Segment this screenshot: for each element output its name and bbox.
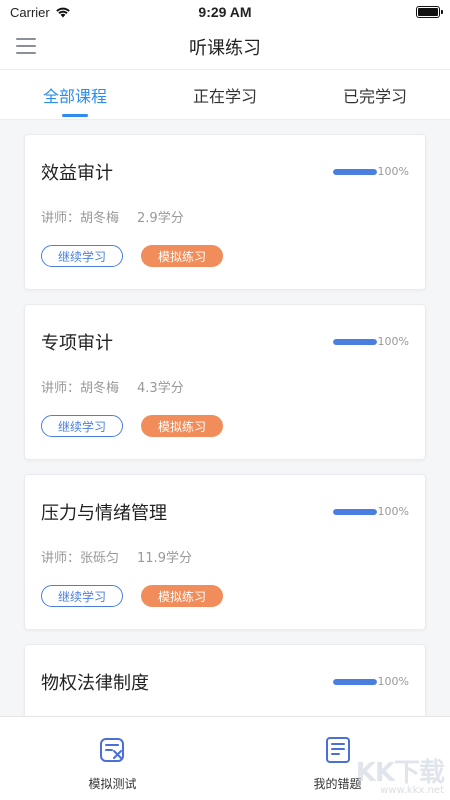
- course-actions: 继续学习 模拟练习: [41, 415, 223, 437]
- tab-active-indicator: [62, 114, 88, 117]
- course-card[interactable]: 压力与情绪管理 100% 讲师：张砾匀 11.9学分 继续学习 模拟练习: [24, 474, 426, 630]
- progress-text: 100%: [377, 505, 409, 518]
- nav-bar: 听课练习: [0, 24, 450, 70]
- course-credits: 2.9学分: [137, 211, 184, 226]
- battery-icon: [416, 6, 443, 18]
- wifi-icon: [55, 7, 70, 18]
- progress-text: 100%: [377, 165, 409, 178]
- mock-practice-button[interactable]: 模拟练习: [141, 415, 223, 437]
- bottom-tab-bar: 模拟测试 我的错题: [0, 716, 450, 800]
- course-title: 物权法律制度: [41, 673, 149, 694]
- page-title: 听课练习: [189, 37, 261, 59]
- tab-label: 全部课程: [42, 86, 107, 106]
- continue-learning-button[interactable]: 继续学习: [41, 585, 123, 607]
- course-teacher: 讲师：张砾匀: [41, 551, 120, 566]
- course-actions: 继续学习 模拟练习: [41, 245, 223, 267]
- course-title: 效益审计: [41, 163, 113, 184]
- course-tabs: 全部课程 正在学习 已完学习: [0, 70, 450, 120]
- course-card[interactable]: 专项审计 100% 讲师：胡冬梅 4.3学分 继续学习 模拟练习: [24, 304, 426, 460]
- progress-fill: [332, 338, 377, 345]
- course-list[interactable]: 效益审计 100% 讲师：胡冬梅 2.9学分 继续学习 模拟练习 专项审计 10…: [0, 120, 450, 716]
- tab-all-courses[interactable]: 全部课程: [0, 70, 150, 119]
- course-meta: 讲师：胡冬梅 2.9学分: [41, 207, 184, 226]
- status-bar: Carrier 9:29 AM: [0, 0, 450, 24]
- wrong-questions-icon: [325, 737, 350, 763]
- progress-text: 100%: [377, 675, 409, 688]
- bottom-tab-label: 模拟测试: [88, 777, 137, 791]
- mock-practice-button[interactable]: 模拟练习: [141, 585, 223, 607]
- course-credits: 4.3学分: [137, 381, 184, 396]
- continue-learning-button[interactable]: 继续学习: [41, 415, 123, 437]
- menu-icon[interactable]: [16, 38, 36, 54]
- tab-in-progress[interactable]: 正在学习: [150, 70, 300, 119]
- course-progress: 100%: [332, 505, 409, 518]
- mock-test-tab[interactable]: 模拟测试: [0, 717, 225, 800]
- course-teacher: 讲师：胡冬梅: [41, 211, 120, 226]
- progress-text: 100%: [377, 335, 409, 348]
- course-meta: 讲师：张砾匀 11.9学分: [41, 547, 192, 566]
- bottom-tab-label: 我的错题: [313, 777, 362, 791]
- tab-label: 正在学习: [192, 86, 257, 106]
- progress-fill: [332, 678, 377, 685]
- carrier-label: Carrier: [10, 4, 50, 20]
- carrier-info: Carrier: [10, 5, 71, 20]
- progress-fill: [332, 168, 377, 175]
- course-teacher: 讲师：胡冬梅: [41, 381, 120, 396]
- course-card[interactable]: 物权法律制度 100%: [24, 644, 426, 716]
- progress-fill: [332, 508, 377, 515]
- course-actions: 继续学习 模拟练习: [41, 585, 223, 607]
- progress-track: [332, 168, 377, 175]
- course-progress: 100%: [332, 675, 409, 688]
- course-progress: 100%: [332, 165, 409, 178]
- progress-track: [332, 338, 377, 345]
- course-title: 压力与情绪管理: [41, 503, 167, 524]
- course-card[interactable]: 效益审计 100% 讲师：胡冬梅 2.9学分 继续学习 模拟练习: [24, 134, 426, 290]
- progress-track: [332, 678, 377, 685]
- wrong-questions-tab[interactable]: 我的错题: [225, 717, 450, 800]
- progress-track: [332, 508, 377, 515]
- tab-completed[interactable]: 已完学习: [300, 70, 450, 119]
- tab-label: 已完学习: [342, 86, 407, 106]
- mock-practice-button[interactable]: 模拟练习: [141, 245, 223, 267]
- course-title: 专项审计: [41, 333, 113, 354]
- course-credits: 11.9学分: [137, 551, 192, 566]
- mock-test-icon: [99, 738, 124, 762]
- course-meta: 讲师：胡冬梅 4.3学分: [41, 377, 184, 396]
- continue-learning-button[interactable]: 继续学习: [41, 245, 123, 267]
- course-progress: 100%: [332, 335, 409, 348]
